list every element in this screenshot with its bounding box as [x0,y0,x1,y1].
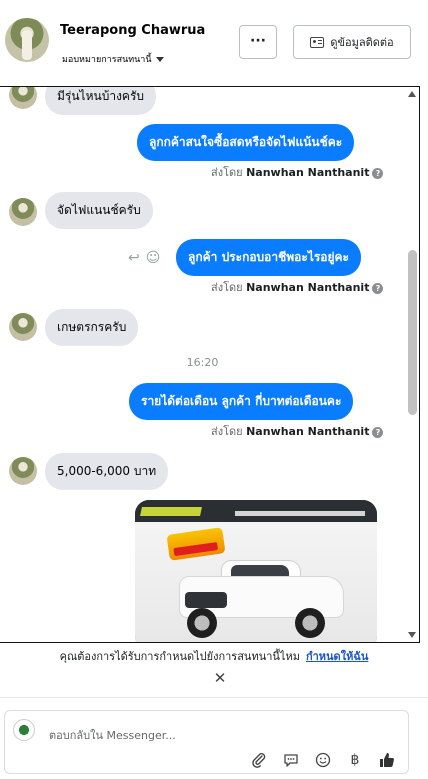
truck-photo [135,522,377,642]
assign-notice: คุณต้องการได้รับการกำหนดไปยังการสนทนานี้… [0,647,428,665]
truck-front-wheel [187,608,217,638]
outgoing-message[interactable]: ลูกค้า ประกอบอาชีพอะไรอยู่คะ [176,239,362,276]
view-contact-label: ดูข้อมูลติดต่อ [330,36,394,49]
scroll-up-arrow-icon[interactable] [408,91,416,97]
sender-avatar [9,87,37,109]
sender-avatar [9,457,37,485]
emoji-icon[interactable] [314,751,332,769]
sent-by-prefix: ส่งโดย [211,281,243,294]
scroll-down-arrow-icon[interactable] [408,632,416,638]
contact-name[interactable]: Teerapong Chawrua [60,23,205,38]
assign-notice-text: คุณต้องการได้รับการกำหนดไปยังการสนทนานี้… [59,650,300,663]
reply-input[interactable]: ตอบกลับใน Messenger... [49,726,176,744]
contact-card-icon [310,36,325,48]
conversation-header: Teerapong Chawrua มอบหมายการสนทนานี้ ···… [0,0,428,86]
page-avatar [13,719,35,741]
thumbs-up-icon[interactable] [378,751,396,769]
promo-badge [166,527,226,561]
message-actions: ↩ ☺ [128,250,160,266]
scrollbar-thumb[interactable] [408,250,417,415]
sent-by-prefix: ส่งโดย [211,425,243,438]
composer-toolbar: ฿ [250,751,396,769]
caret-down-icon [155,57,164,62]
info-icon[interactable]: ? [372,426,384,438]
reply-icon[interactable]: ↩ [128,250,140,266]
truck-grille [185,592,227,608]
assign-label: มอบหมายการสนทนานี้ [62,55,152,65]
sender-avatar [9,198,37,226]
pickup-truck-image [169,558,349,638]
sent-by-name: Nanwhan Nanthanit [246,281,370,294]
sent-by-name: Nanwhan Nanthanit [246,425,370,438]
close-icon[interactable]: ✕ [212,670,228,686]
react-emoji-icon[interactable]: ☺ [146,250,161,266]
sent-by-prefix: ส่งโดย [211,166,243,179]
paperclip-icon[interactable] [250,751,268,769]
view-contact-button[interactable]: ดูข้อมูลติดต่อ [293,25,411,59]
image-banner [135,500,377,522]
incoming-message[interactable]: เกษตรกรครับ [45,309,139,346]
outgoing-message[interactable]: รายได้ต่อเดือน ลูกค้า กี่บาทต่อเดือนคะ [129,383,354,420]
assign-conversation-dropdown[interactable]: มอบหมายการสนทนานี้ [62,52,164,66]
info-icon[interactable]: ? [372,167,384,179]
sent-by-name: Nanwhan Nanthanit [246,166,370,179]
time-separator: 16:20 [186,356,219,369]
contact-avatar[interactable] [5,18,49,62]
banner-strip [140,507,202,516]
sent-by-label: ส่งโดย Nanwhan Nanthanit? [211,278,384,296]
more-options-button[interactable]: ··· [239,25,277,59]
image-message[interactable] [135,500,377,642]
incoming-message[interactable]: 5,000-6,000 บาท [45,453,169,490]
banner-text-strip [235,511,365,516]
truck-rear-wheel [295,608,325,638]
saved-reply-icon[interactable] [282,751,300,769]
baht-icon[interactable]: ฿ [346,751,364,769]
assign-to-me-link[interactable]: กำหนดให้ฉัน [306,650,368,663]
info-icon[interactable]: ? [372,282,384,294]
sent-by-label: ส่งโดย Nanwhan Nanthanit? [211,163,384,181]
incoming-message[interactable]: มีรุ่นไหนบ้างครับ [45,87,157,115]
incoming-message[interactable]: จัดไฟแนนช์ครับ [45,192,153,229]
sent-by-label: ส่งโดย Nanwhan Nanthanit? [211,422,384,440]
sender-avatar [9,313,37,341]
divider [0,697,428,698]
message-composer: ตอบกลับใน Messenger... ฿ [4,710,409,774]
outgoing-message[interactable]: ลูกกค้าสนใจซื้อสดหรือจัดไฟแน้นช์คะ [137,124,355,161]
message-thread[interactable]: มีรุ่นไหนบ้างครับ ลูกกค้าสนใจซื้อสดหรือจ… [0,86,420,643]
